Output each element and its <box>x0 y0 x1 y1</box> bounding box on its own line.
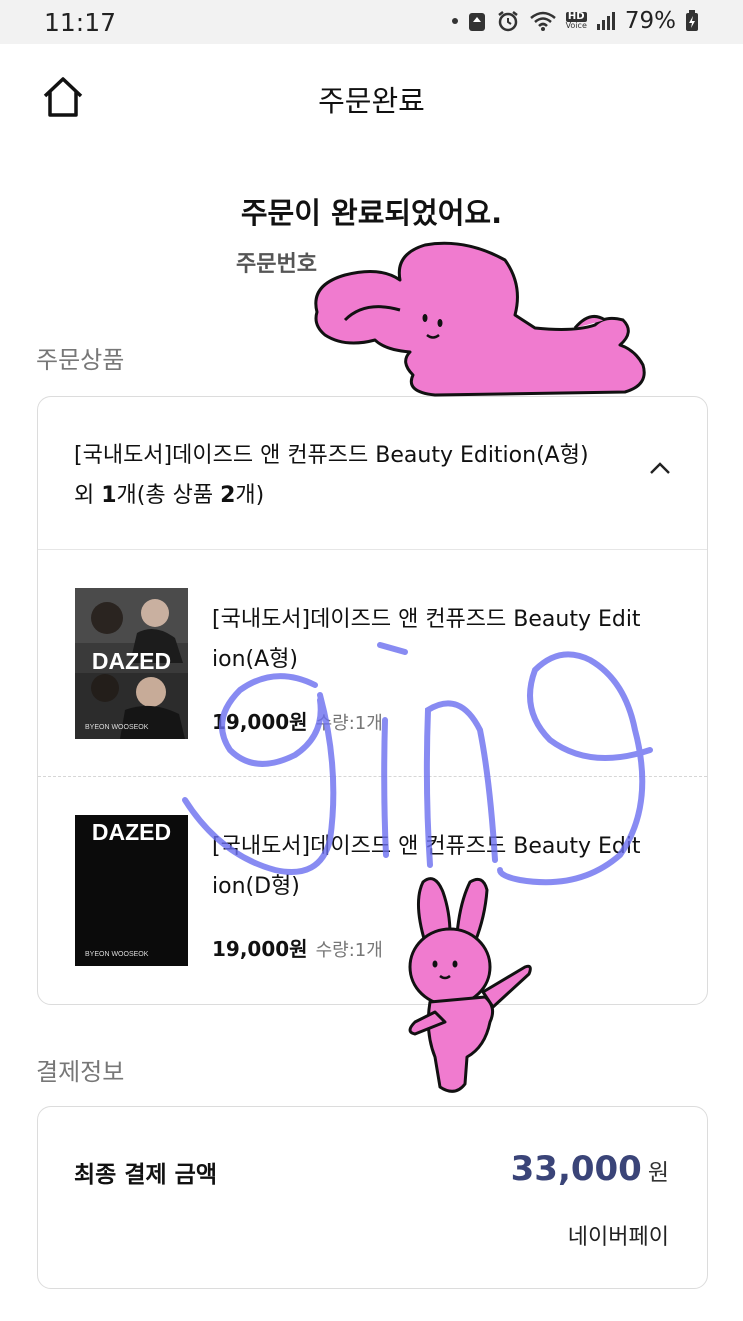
cover-title: DAZED <box>91 819 172 845</box>
summary-mid: 개(총 상품 <box>116 483 221 508</box>
payment-card: 최종 결제 금액 33,000 원 네이버페이 <box>37 1106 708 1289</box>
final-amount-value: 33,000 <box>510 1149 642 1189</box>
item-price: 19,000원 <box>212 937 308 961</box>
lying-bunny-sticker <box>314 241 646 397</box>
order-item[interactable]: DAZED BYEON WOOSEOK [국내도서]데이즈드 앤 컨퓨즈드 Be… <box>38 550 707 776</box>
hd-voice-badge: HD Voice <box>566 12 587 30</box>
order-summary-toggle[interactable]: [국내도서]데이즈드 앤 컨퓨즈드 Beauty Edition(A형) 외 1… <box>38 397 707 550</box>
product-cover-image: DAZED BYEON WOOSEOK <box>75 588 188 739</box>
header: 주문완료 <box>0 44 743 150</box>
signal-icon <box>596 12 615 30</box>
summary-prefix: 외 <box>74 483 102 508</box>
item-quantity: 수량:1개 <box>315 713 383 734</box>
item-title-line2: ion(A형) <box>212 647 298 672</box>
order-products-label: 주문상품 <box>36 346 125 374</box>
summary-suffix: 개) <box>235 483 265 508</box>
summary-extra-count: 1 <box>101 483 117 508</box>
page-title: 주문완료 <box>318 84 425 118</box>
item-price: 19,000원 <box>212 710 308 734</box>
battery-icon <box>686 10 698 31</box>
item-price-row: 19,000원 수량:1개 <box>212 706 383 735</box>
order-item[interactable]: DAZED BYEON WOOSEOK [국내도서]데이즈드 앤 컨퓨즈드 Be… <box>38 777 707 1003</box>
product-cover-image: DAZED BYEON WOOSEOK <box>75 815 188 966</box>
cover-title: DAZED <box>91 648 172 674</box>
alarm-icon <box>497 11 518 32</box>
cover-subtitle: BYEON WOOSEOK <box>85 951 149 958</box>
order-number-label: 주문번호 <box>236 252 317 277</box>
summary-count: 외 1개(총 상품 2개) <box>74 477 264 509</box>
chevron-up-icon[interactable] <box>649 461 671 475</box>
recycle-icon <box>468 13 485 31</box>
status-time: 11:17 <box>44 8 117 37</box>
item-title: [국내도서]데이즈드 앤 컨퓨즈드 Beauty Edit ion(A형) <box>212 600 672 680</box>
cover-subtitle: BYEON WOOSEOK <box>85 724 149 731</box>
item-quantity: 수량:1개 <box>315 940 383 961</box>
item-title: [국내도서]데이즈드 앤 컨퓨즈드 Beauty Edit ion(D형) <box>212 827 672 907</box>
voice-label: Voice <box>565 21 587 30</box>
payment-info-label: 결제정보 <box>36 1058 125 1086</box>
final-amount-unit: 원 <box>647 1160 669 1186</box>
item-title-line1: [국내도서]데이즈드 앤 컨퓨즈드 Beauty Edit <box>212 607 641 632</box>
status-icons: HD Voice 79% <box>451 8 699 34</box>
item-price-row: 19,000원 수량:1개 <box>212 933 383 962</box>
item-title-line1: [국내도서]데이즈드 앤 컨퓨즈드 Beauty Edit <box>212 834 641 859</box>
order-products-card: [국내도서]데이즈드 앤 컨퓨즈드 Beauty Edition(A형) 외 1… <box>37 396 708 1005</box>
battery-percent: 79% <box>624 8 676 34</box>
wifi-icon <box>529 11 556 31</box>
final-amount: 33,000 원 <box>511 1149 669 1189</box>
payment-method: 네이버페이 <box>567 1225 669 1250</box>
item-title-line2: ion(D형) <box>212 874 300 899</box>
complete-message: 주문이 완료되었어요. <box>240 196 503 230</box>
status-bar: 11:17 HD Voice 79% <box>0 0 743 44</box>
notification-dot-icon <box>451 18 458 24</box>
summary-total-count: 2 <box>220 483 236 508</box>
summary-title: [국내도서]데이즈드 앤 컨퓨즈드 Beauty Edition(A형) <box>74 443 589 468</box>
order-complete-page: 11:17 HD Voice 79% 주문완료 주문이 완료되었어요. 주문번호… <box>0 0 743 1321</box>
final-amount-label: 최종 결제 금액 <box>74 1162 217 1188</box>
